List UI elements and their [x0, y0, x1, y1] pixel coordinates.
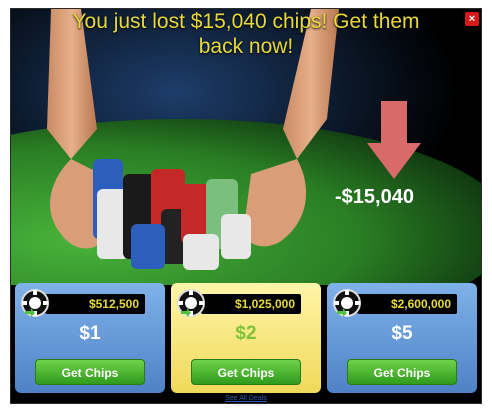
- headline-line-2: back now!: [198, 35, 294, 58]
- poker-chip-icon: [177, 289, 205, 317]
- headline-line-1: You just lost $15,040 chips! Get them: [72, 10, 420, 33]
- offer-chip-amount: $512,500: [45, 294, 145, 314]
- offer-price: $1: [79, 323, 101, 344]
- offer-chip-amount: $2,600,000: [357, 294, 457, 314]
- get-chips-button-3[interactable]: Get Chips: [347, 359, 457, 385]
- close-icon: ×: [468, 13, 476, 25]
- poker-chip-icon: [333, 289, 361, 317]
- loss-amount: -$15,040: [335, 186, 414, 208]
- offer-chip-amount: $1,025,000: [201, 294, 301, 314]
- offer-card-1: $512,500 $1 Get Chips: [15, 283, 165, 393]
- close-button[interactable]: ×: [465, 12, 479, 26]
- chip-offer-popup: You just lost $15,040 chips! Get them ba…: [10, 8, 482, 404]
- offer-price: $2: [235, 323, 257, 344]
- offer-price: $5: [391, 323, 413, 344]
- offer-card-3: $2,600,000 $5 Get Chips: [327, 283, 477, 393]
- offer-card-2: $1,025,000 $2 Get Chips: [171, 283, 321, 393]
- offers-row: $512,500 $1 Get Chips $1,025,000 $2 Get …: [15, 283, 477, 395]
- poker-chip-icon: [21, 289, 49, 317]
- headline: You just lost $15,040 chips! Get them ba…: [11, 9, 481, 59]
- see-all-deals-link[interactable]: See All Deals: [11, 395, 481, 402]
- get-chips-button-2[interactable]: Get Chips: [191, 359, 301, 385]
- get-chips-button-1[interactable]: Get Chips: [35, 359, 145, 385]
